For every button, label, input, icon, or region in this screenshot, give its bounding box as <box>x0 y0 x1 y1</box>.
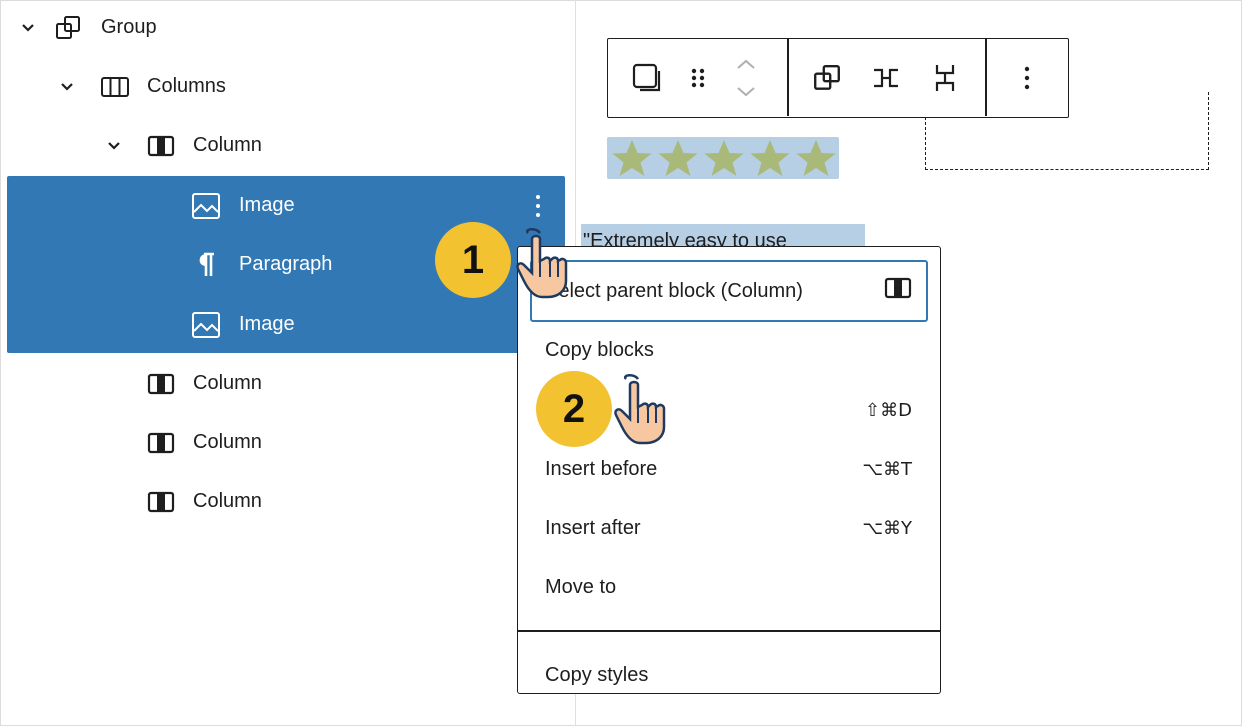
list-item-label: Image <box>239 194 295 216</box>
menu-item-label: Select parent block (Column) <box>545 279 803 302</box>
menu-item-insert-before[interactable]: Insert before ⌥⌘T <box>545 449 912 489</box>
list-item-label: Group <box>101 16 157 38</box>
column-icon <box>145 427 177 459</box>
block-options-menu: Select parent block (Column) Copy blocks… <box>517 246 941 694</box>
image-icon <box>190 309 222 341</box>
chevron-down-icon[interactable] <box>21 21 35 35</box>
list-item-label: Column <box>193 372 262 394</box>
paragraph-icon <box>190 249 222 281</box>
move-up-down-icon[interactable] <box>727 53 765 103</box>
list-item-label: Column <box>193 490 262 512</box>
toolbar-separator <box>787 39 789 116</box>
column-icon <box>145 368 177 400</box>
step-1-badge: 1 <box>435 222 511 298</box>
list-item-label: Paragraph <box>239 253 333 275</box>
row-icon[interactable] <box>867 59 905 97</box>
chevron-down-icon[interactable] <box>107 139 121 153</box>
image-icon <box>190 190 222 222</box>
menu-item-shortcut: ⇧⌘D <box>865 399 912 421</box>
list-item-column[interactable]: Column <box>0 472 575 531</box>
parent-select-icon[interactable] <box>628 59 666 97</box>
chevron-down-icon[interactable] <box>60 80 74 94</box>
column-icon <box>145 486 177 518</box>
column-icon <box>884 277 912 305</box>
menu-item-copy-blocks[interactable]: Copy blocks <box>545 330 912 370</box>
drag-handle-icon[interactable] <box>679 59 717 97</box>
menu-item-move-to[interactable]: Move to <box>545 567 912 607</box>
step-2-badge: 2 <box>536 371 612 447</box>
list-item-column[interactable]: Column <box>0 116 575 175</box>
menu-item-label: Copy styles <box>545 663 649 686</box>
block-toolbar <box>607 38 1069 118</box>
menu-separator <box>518 630 940 632</box>
block-options-icon[interactable] <box>527 190 549 222</box>
menu-item-shortcut: ⌥⌘T <box>862 458 912 480</box>
list-item-image[interactable]: Image <box>0 295 520 354</box>
pointer-hand-icon <box>610 371 672 452</box>
list-item-label: Columns <box>147 75 226 97</box>
list-item-label: Image <box>239 313 295 335</box>
pointer-hand-icon <box>512 225 574 306</box>
menu-item-copy-styles[interactable]: Copy styles <box>545 655 912 693</box>
group-icon[interactable] <box>808 59 846 97</box>
toolbar-separator <box>985 39 987 116</box>
stack-icon[interactable] <box>926 59 964 97</box>
column-icon <box>145 130 177 162</box>
list-item-group[interactable]: Group <box>0 0 575 57</box>
list-item-column[interactable]: Column <box>0 354 575 413</box>
menu-item-label: Copy blocks <box>545 338 654 361</box>
menu-item-label: Insert after <box>545 516 641 539</box>
paragraph-block[interactable]: "Extremely easy to use <box>581 224 865 248</box>
list-item-paragraph[interactable]: Paragraph <box>0 235 430 294</box>
menu-item-label: Insert before <box>545 457 658 480</box>
list-item-label: Column <box>193 134 262 156</box>
menu-item-shortcut: ⌥⌘Y <box>862 517 912 539</box>
list-item-label: Column <box>193 431 262 453</box>
more-options-icon[interactable] <box>1008 59 1046 97</box>
columns-icon <box>99 71 131 103</box>
menu-item-insert-after[interactable]: Insert after ⌥⌘Y <box>545 508 912 548</box>
list-item-columns[interactable]: Columns <box>0 57 575 116</box>
menu-item-label: Move to <box>545 575 617 598</box>
menu-item-select-parent[interactable]: Select parent block (Column) <box>545 271 912 311</box>
star-rating[interactable] <box>607 137 839 179</box>
star-icon <box>612 140 836 176</box>
list-item-image[interactable]: Image <box>0 176 520 235</box>
group-icon <box>52 12 84 44</box>
list-item-column[interactable]: Column <box>0 413 575 472</box>
